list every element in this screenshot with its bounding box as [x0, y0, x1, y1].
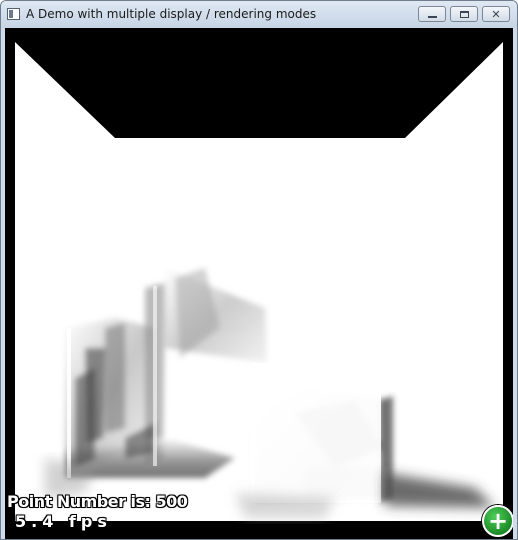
maximize-icon: [459, 10, 469, 18]
close-icon: ✕: [491, 7, 501, 21]
app-window: A Demo with multiple display / rendering…: [0, 0, 518, 540]
add-button[interactable]: +: [482, 505, 513, 537]
app-icon[interactable]: [7, 8, 20, 20]
minimize-button[interactable]: [418, 6, 446, 22]
window-frame-right: [513, 28, 517, 539]
window-title: A Demo with multiple display / rendering…: [26, 7, 317, 21]
close-button[interactable]: ✕: [482, 6, 510, 22]
minimize-icon: [427, 16, 437, 18]
scene-render: [15, 42, 503, 521]
plus-icon: +: [487, 507, 509, 535]
point-number-label: Point Number is: 500: [7, 492, 188, 511]
fps-counter: 5.4 fps: [15, 512, 112, 531]
bright-block: [251, 363, 381, 503]
render-viewport[interactable]: Point Number is: 500 5.4 fps +: [5, 28, 513, 539]
title-bar[interactable]: A Demo with multiple display / rendering…: [1, 1, 517, 28]
maximize-button[interactable]: [450, 6, 478, 22]
